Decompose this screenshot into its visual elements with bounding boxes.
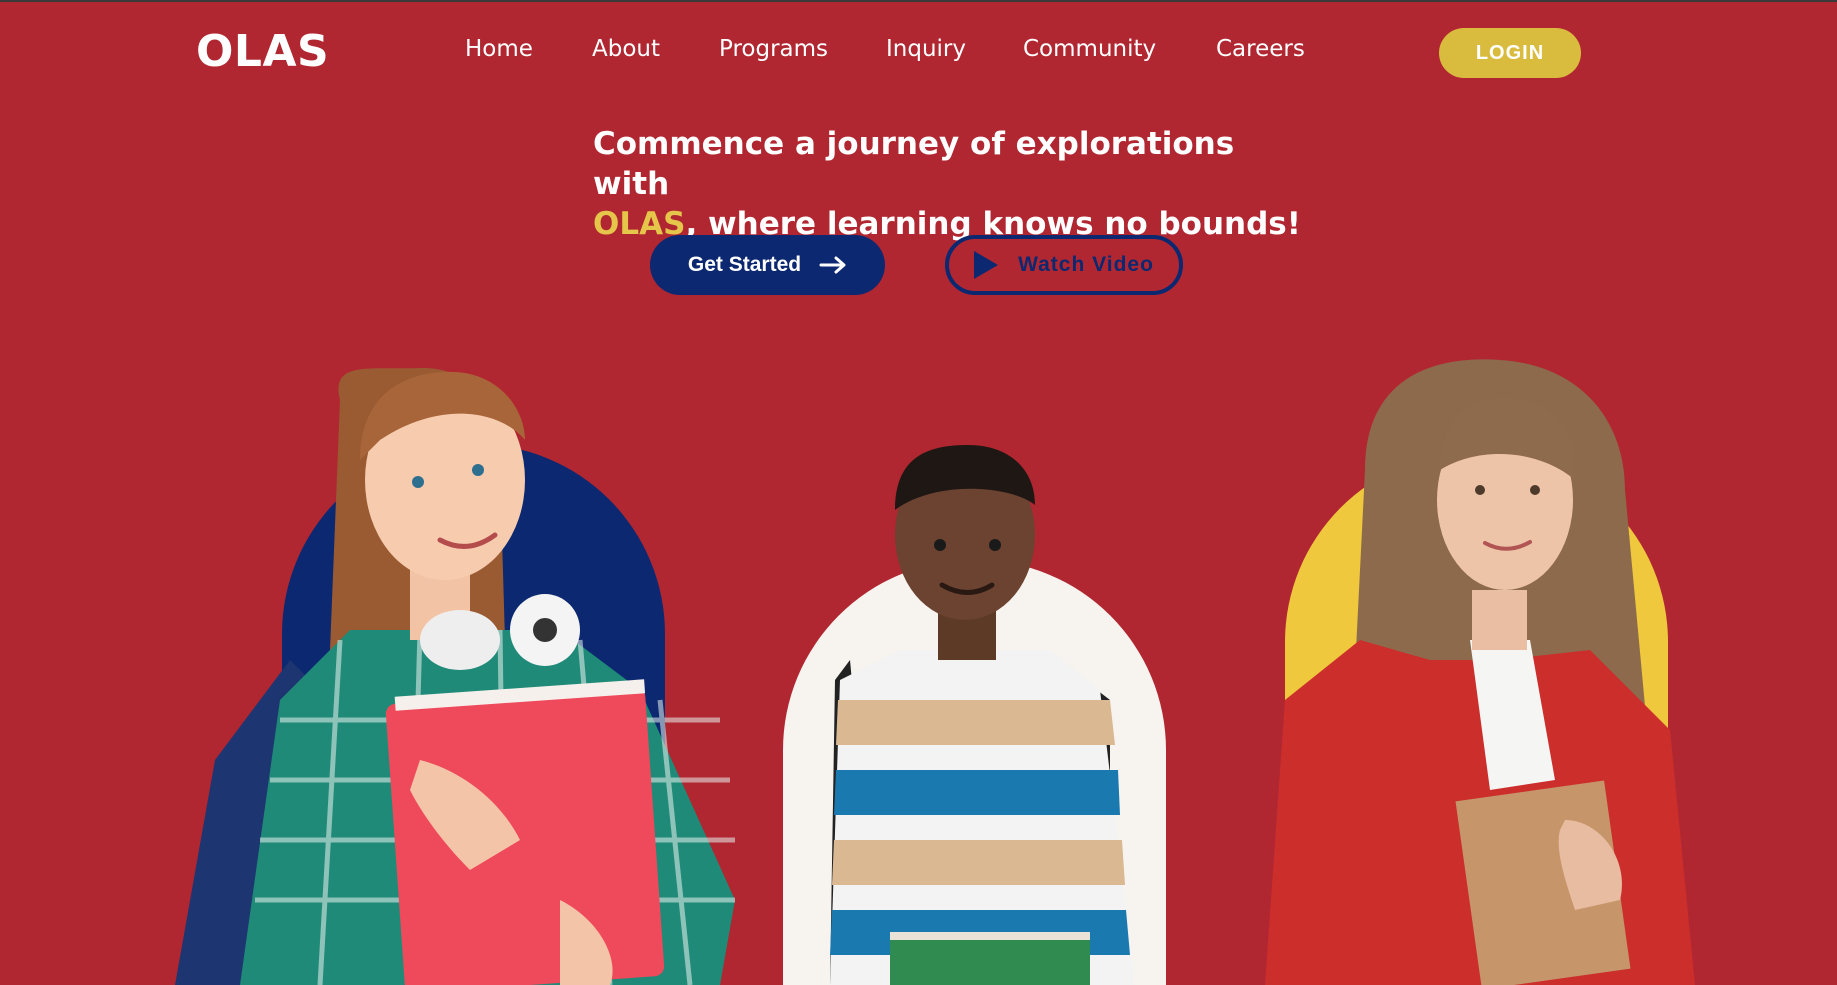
landing-page: OLAS Home About Programs Inquiry Communi… xyxy=(0,0,1837,985)
student-photo-right xyxy=(1265,359,1695,985)
